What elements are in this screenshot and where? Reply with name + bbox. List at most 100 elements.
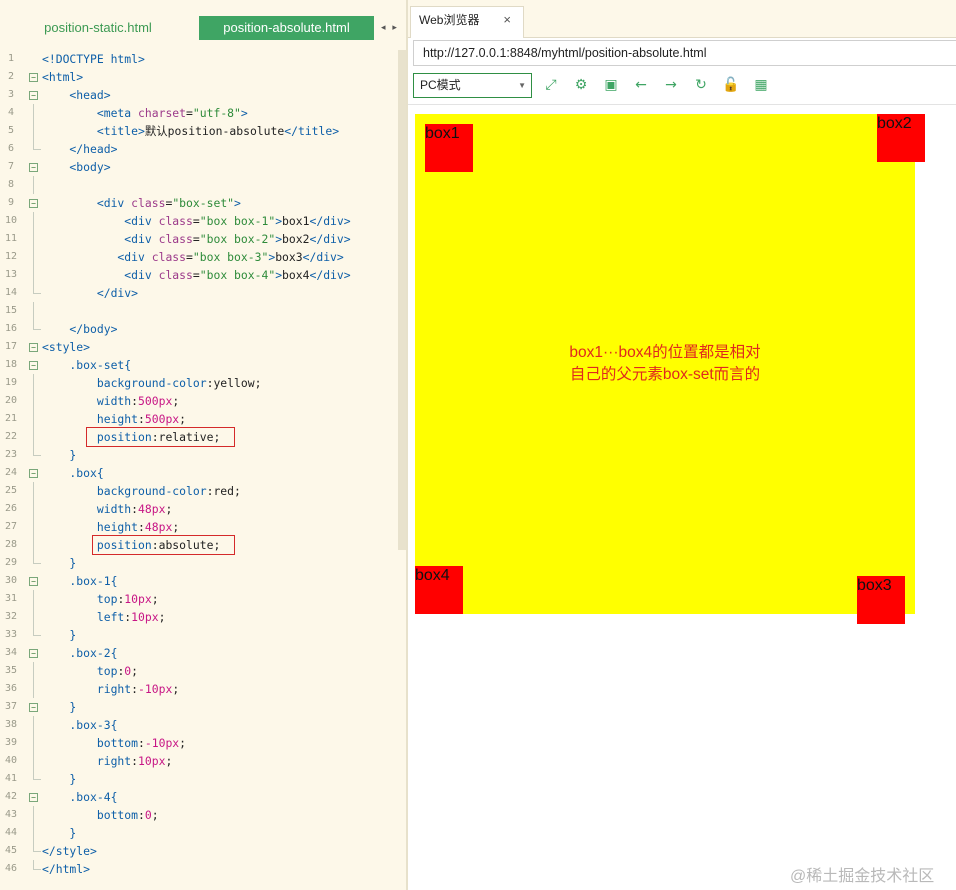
code-line[interactable]: 40 right:10px;: [0, 752, 400, 770]
code-area[interactable]: 1 <!DOCTYPE html> 2− <html> 3− <head> 4 <meta…: [0, 50, 400, 880]
fold-guide: [33, 824, 34, 842]
code-line[interactable]: 35 top:0;: [0, 662, 400, 680]
code-token: px: [144, 610, 159, 624]
code-line[interactable]: 36 right:-10px;: [0, 680, 400, 698]
code-line[interactable]: 17 − <style>: [0, 338, 400, 356]
code-text: <!DOCTYPE html>: [42, 50, 145, 68]
fold-toggle-icon[interactable]: −: [29, 649, 38, 658]
code-token: =: [192, 268, 200, 282]
box-4: box4: [415, 566, 463, 614]
code-line[interactable]: 29 }: [0, 554, 400, 572]
code-line[interactable]: 43 bottom:0;: [0, 806, 400, 824]
line-number: 21: [4, 413, 18, 424]
code-line[interactable]: 42 − .box-4{: [0, 788, 400, 806]
fold-toggle-icon[interactable]: −: [29, 91, 38, 100]
code-line[interactable]: 28 position:absolute;: [0, 535, 400, 555]
code-token: :yellow;: [206, 376, 262, 390]
fold-toggle-icon[interactable]: −: [29, 361, 38, 370]
qr-grid-icon[interactable]: ▦: [752, 76, 770, 94]
lock-icon[interactable]: 🔓: [722, 76, 740, 94]
code-line[interactable]: 6 </head>: [0, 140, 400, 158]
code-line[interactable]: 5 <title>默认position-absolute</title>: [0, 122, 400, 140]
code-line[interactable]: 38 .box-3{: [0, 716, 400, 734]
code-line[interactable]: 30 − .box-1{: [0, 572, 400, 590]
console-icon[interactable]: ▣: [602, 76, 620, 94]
code-token: box4: [282, 268, 310, 282]
code-line[interactable]: 11 <div class="box box-2">box2</div>: [0, 230, 400, 248]
code-line[interactable]: 39 bottom:-10px;: [0, 734, 400, 752]
fold-toggle-icon[interactable]: −: [29, 73, 38, 82]
code-line[interactable]: 41 }: [0, 770, 400, 788]
code-line[interactable]: 16 </body>: [0, 320, 400, 338]
fold-toggle-icon[interactable]: −: [29, 793, 38, 802]
tab-position-absolute[interactable]: position-absolute.html: [199, 16, 374, 40]
code-token: box2: [282, 232, 310, 246]
code-line[interactable]: 13 <div class="box box-4">box4</div>: [0, 266, 400, 284]
code-line[interactable]: 21 height:500px;: [0, 410, 400, 428]
code-line[interactable]: 33 }: [0, 626, 400, 644]
code-line[interactable]: 46 </html>: [0, 860, 400, 878]
tab-position-static[interactable]: position-static.html: [18, 16, 178, 40]
code-line[interactable]: 23 }: [0, 446, 400, 464]
fold-toggle-icon[interactable]: −: [29, 163, 38, 172]
code-line[interactable]: 7 − <body>: [0, 158, 400, 176]
code-line[interactable]: 4 <meta charset="utf-8">: [0, 104, 400, 122]
code-line[interactable]: 18 − .box-set{: [0, 356, 400, 374]
code-text: top:0;: [42, 662, 138, 680]
code-line[interactable]: 27 height:48px;: [0, 518, 400, 536]
code-token: >: [240, 106, 248, 120]
code-line[interactable]: 22 position:relative;: [0, 427, 400, 447]
code-line[interactable]: 1 <!DOCTYPE html>: [0, 50, 400, 68]
settings-icon[interactable]: ⚙: [572, 76, 590, 94]
code-line[interactable]: 2 − <html>: [0, 68, 400, 86]
line-number: 30: [4, 575, 18, 586]
code-line[interactable]: 34 − .box-2{: [0, 644, 400, 662]
code-line[interactable]: 32 left:10px;: [0, 608, 400, 626]
fold-toggle-icon[interactable]: −: [29, 703, 38, 712]
fold-guide: [33, 482, 34, 500]
code-line[interactable]: 37 − }: [0, 698, 400, 716]
resize-icon[interactable]: ⤢: [542, 76, 560, 94]
code-line[interactable]: 10 <div class="box box-1">box1</div>: [0, 212, 400, 230]
code-token: "box box-3": [192, 250, 269, 264]
code-line[interactable]: 25 background-color:red;: [0, 482, 400, 500]
code-line[interactable]: 15: [0, 302, 400, 320]
tab-scroll-arrows-icon[interactable]: ◂ ▸: [378, 16, 402, 40]
refresh-icon[interactable]: ↻: [692, 76, 710, 94]
code-line[interactable]: 20 width:500px;: [0, 392, 400, 410]
code-token: bottom: [42, 736, 139, 750]
fold-guide: [33, 536, 34, 554]
code-line[interactable]: 24 − .box{: [0, 464, 400, 482]
fold-toggle-icon[interactable]: −: [29, 469, 38, 478]
fold-toggle-icon[interactable]: −: [29, 577, 38, 586]
code-line[interactable]: 9 − <div class="box-set">: [0, 194, 400, 212]
code-line[interactable]: 44 }: [0, 824, 400, 842]
editor-scrollbar[interactable]: [398, 50, 406, 550]
code-line[interactable]: 45 </style>: [0, 842, 400, 860]
code-text: right:-10px;: [42, 680, 179, 698]
code-line[interactable]: 3 − <head>: [0, 86, 400, 104]
code-line[interactable]: 8: [0, 176, 400, 194]
code-line[interactable]: 14 </div>: [0, 284, 400, 302]
code-line[interactable]: 12 <div class="box box-3">box3</div>: [0, 248, 400, 266]
line-number: 28: [4, 539, 18, 550]
fold-toggle-icon[interactable]: −: [29, 199, 38, 208]
back-arrow-icon[interactable]: ←: [632, 76, 650, 94]
code-token: ;: [179, 412, 187, 426]
close-icon[interactable]: ×: [503, 7, 511, 33]
code-token: height: [42, 520, 139, 534]
code-line[interactable]: 19 background-color:yellow;: [0, 374, 400, 392]
forward-arrow-icon[interactable]: →: [662, 76, 680, 94]
code-line[interactable]: 26 width:48px;: [0, 500, 400, 518]
fold-toggle-icon[interactable]: −: [29, 343, 38, 352]
code-editor-pane: position-static.html position-absolute.h…: [0, 0, 406, 890]
browser-tab[interactable]: Web浏览器 ×: [410, 6, 524, 38]
code-token: 48: [138, 502, 152, 516]
code-line[interactable]: 31 top:10px;: [0, 590, 400, 608]
fold-guide: [33, 230, 34, 248]
fold-guide: [33, 770, 41, 780]
url-input[interactable]: http://127.0.0.1:8848/myhtml/position-ab…: [413, 40, 956, 66]
fold-guide: [33, 752, 34, 770]
mode-select[interactable]: PC模式 ▼: [413, 73, 532, 98]
fold-guide: [33, 734, 34, 752]
